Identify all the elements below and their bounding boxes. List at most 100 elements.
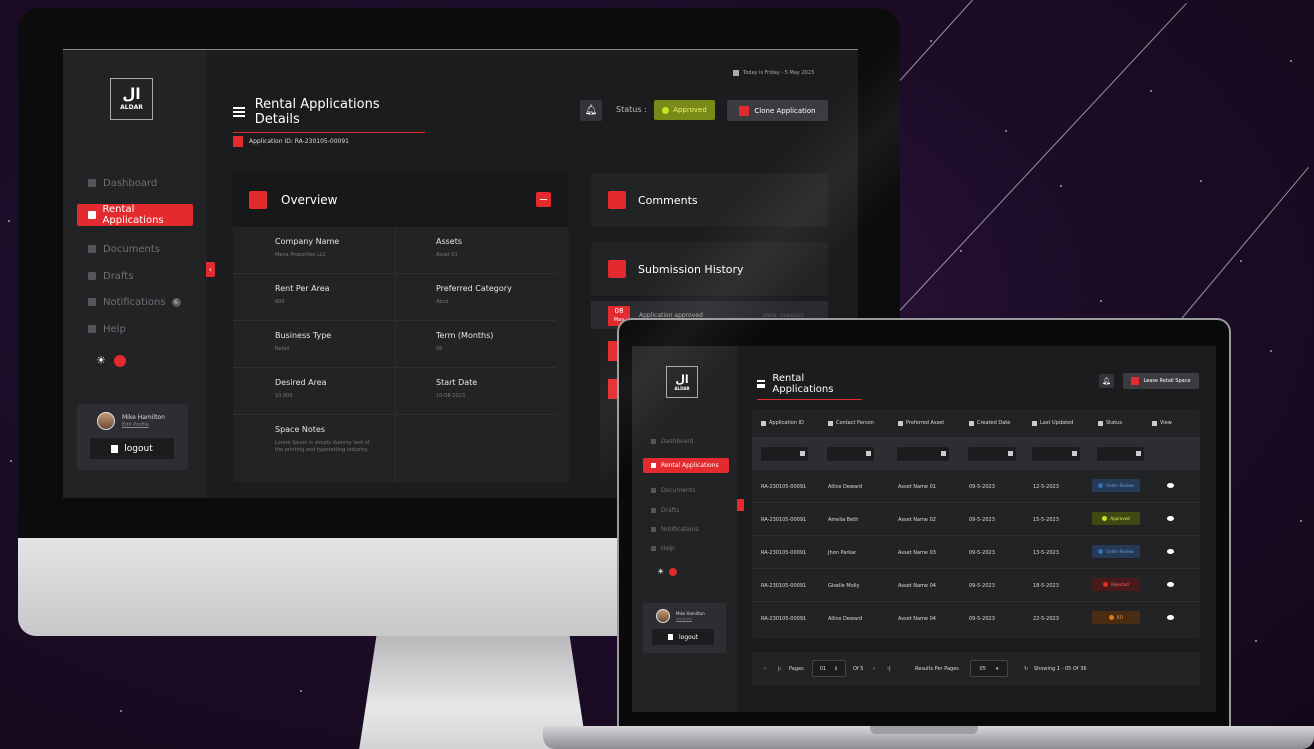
notification-count-badge: 6 (171, 297, 181, 307)
field-desired-area: Desired Area 10,000 (233, 368, 394, 415)
table-row[interactable]: RA-230105-00091 Amelia Beth Asset Name 0… (752, 503, 1200, 536)
column-header-last-updated[interactable]: Last Updated (1032, 409, 1073, 437)
refresh-icon[interactable]: ↻ (1024, 666, 1028, 672)
field-value: 10-08-2023 (436, 393, 466, 399)
sidebar-item-rental-applications[interactable]: Rental Applications (643, 458, 729, 473)
sidebar-item-help[interactable]: Help (77, 318, 193, 340)
table-row[interactable]: RA-230105-00091 Jhon Parkar Asset Name 0… (752, 536, 1200, 569)
last-page-icon[interactable]: ›| (887, 666, 891, 672)
page-title-text: Rental Applications (772, 373, 834, 395)
sidebar-item-documents[interactable]: Documents (643, 483, 729, 498)
overview-title: Overview (281, 193, 338, 207)
edit-profile-link[interactable]: Edit Profile (676, 617, 692, 621)
notifications-bell-button[interactable]: 🔔︎ (1099, 374, 1114, 388)
status-text: Under Review (1106, 549, 1134, 554)
sidebar-item-label: Dashboard (661, 438, 694, 445)
logout-label: logout (679, 633, 698, 641)
view-eye-icon[interactable] (1167, 516, 1174, 521)
page-of-label: Of 5 (853, 666, 864, 672)
sun-icon[interactable]: ☀ (657, 567, 664, 576)
today-date-text: Today is Friday - 5 May 2023 (743, 70, 815, 76)
theme-toggle[interactable]: ☀ (657, 567, 678, 576)
submission-history-card[interactable]: Submission History (591, 242, 828, 296)
moon-icon[interactable] (113, 354, 126, 367)
cell-contact: Giselle Molly (828, 583, 860, 589)
calendar-icon (969, 420, 974, 426)
sun-icon[interactable]: ☀ (96, 354, 106, 367)
view-eye-icon[interactable] (1167, 615, 1174, 620)
sidebar-item-drafts[interactable]: Drafts (77, 265, 193, 287)
stepper-icon[interactable]: ⇕ (834, 666, 838, 672)
sidebar-item-label: Rental Applications (102, 204, 164, 226)
sidebar-item-label: Drafts (661, 507, 680, 514)
history-day: 08 (614, 307, 624, 315)
page-title: Rental Applications Details (233, 97, 425, 133)
edit-profile-link[interactable]: Edit Profile (122, 422, 149, 428)
submission-history-title: Submission History (638, 262, 744, 276)
sidebar-item-rental-applications[interactable]: Rental Applications (77, 204, 193, 226)
logout-button[interactable]: logout (652, 629, 714, 645)
aldar-logo[interactable]: ال ALDAR (110, 78, 153, 120)
sidebar-item-dashboard[interactable]: Dashboard (77, 172, 193, 194)
application-id: Application ID: RA-230105-00091 (233, 136, 349, 147)
view-eye-icon[interactable] (1167, 549, 1174, 554)
column-header-application-id[interactable]: Application ID (761, 409, 804, 437)
column-header-preferred-asset[interactable]: Preferred Asset (898, 409, 944, 437)
sidebar-item-documents[interactable]: Documents (77, 238, 193, 260)
moon-icon[interactable] (669, 567, 678, 576)
filter-preferred-asset[interactable] (897, 447, 949, 461)
notifications-bell-button[interactable]: 🔔︎ (580, 100, 602, 121)
prev-page-icon[interactable]: ‹ (764, 666, 766, 672)
plus-icon (1131, 377, 1140, 385)
sidebar-item-label: Notifications (661, 526, 699, 533)
bell-icon (88, 298, 96, 306)
filter-last-updated[interactable] (1032, 447, 1080, 461)
cell-updated: 15-5-2023 (1033, 517, 1059, 523)
filter-status[interactable] (1097, 447, 1144, 461)
list-icon (757, 380, 766, 388)
field-space-notes: Space Notes Lorem Ipsum is simply dummy … (233, 415, 394, 482)
view-eye-icon[interactable] (1167, 483, 1174, 488)
sidebar-collapse-button[interactable] (737, 499, 744, 511)
clone-application-button[interactable]: Clone Application (727, 100, 828, 121)
filter-application-id[interactable] (761, 447, 808, 461)
filter-row (752, 437, 1200, 470)
page-number-input[interactable]: 01 ⇕ (812, 660, 846, 677)
table-row[interactable]: RA-230105-00091 Allice Deward Asset Name… (752, 470, 1200, 503)
column-header-status[interactable]: Status (1098, 409, 1122, 437)
sidebar-item-notifications[interactable]: Notifications (643, 522, 729, 537)
status-text: Under Review (1106, 483, 1134, 488)
status-pill: RFI (1092, 611, 1140, 624)
logout-button[interactable]: logout (90, 438, 174, 459)
filter-created-date[interactable] (968, 447, 1016, 461)
pagination-bar: ‹ |‹ Pages 01 ⇕ Of 5 › ›| Results Per Pag… (752, 652, 1200, 685)
collapse-overview-button[interactable] (536, 192, 551, 207)
filter-contact-person[interactable] (827, 447, 874, 461)
building-icon (898, 420, 903, 426)
column-header-contact-person[interactable]: Contact Person (828, 409, 874, 437)
sidebar-item-dashboard[interactable]: Dashboard (643, 434, 729, 449)
filter-icon (800, 451, 805, 456)
filter-icon (866, 451, 871, 456)
table-row[interactable]: RA-230105-00091 Giselle Molly Asset Name… (752, 569, 1200, 602)
theme-toggle[interactable]: ☀ (96, 354, 126, 367)
first-page-icon[interactable]: |‹ (778, 666, 782, 672)
column-header-view[interactable]: View (1152, 409, 1172, 437)
sidebar-item-drafts[interactable]: Drafts (643, 503, 729, 518)
view-eye-icon[interactable] (1167, 582, 1174, 587)
table-row[interactable]: RA-230105-00091 Allice Deward Asset Name… (752, 602, 1200, 635)
sidebar-collapse-button[interactable]: ‹ (206, 262, 215, 277)
bell-icon: 🔔︎ (584, 105, 598, 116)
sidebar-item-notifications[interactable]: Notifications 6 (77, 291, 193, 313)
field-value: 10,000 (275, 393, 293, 399)
column-header-created-date[interactable]: Created Date (969, 409, 1010, 437)
sidebar-item-help[interactable]: Help (643, 541, 729, 556)
cell-asset: Asset Name 01 (898, 484, 936, 490)
field-label: Assets (436, 237, 463, 246)
results-per-page-select[interactable]: 05 ▾ (970, 660, 1008, 677)
field-start-date: Start Date 10-08-2023 (395, 368, 556, 415)
lease-retail-space-button[interactable]: Lease Retail Space (1123, 373, 1199, 389)
aldar-logo[interactable]: ال ALDAR (666, 366, 698, 398)
next-page-icon[interactable]: › (873, 666, 875, 672)
comments-card[interactable]: Comments (591, 173, 828, 227)
